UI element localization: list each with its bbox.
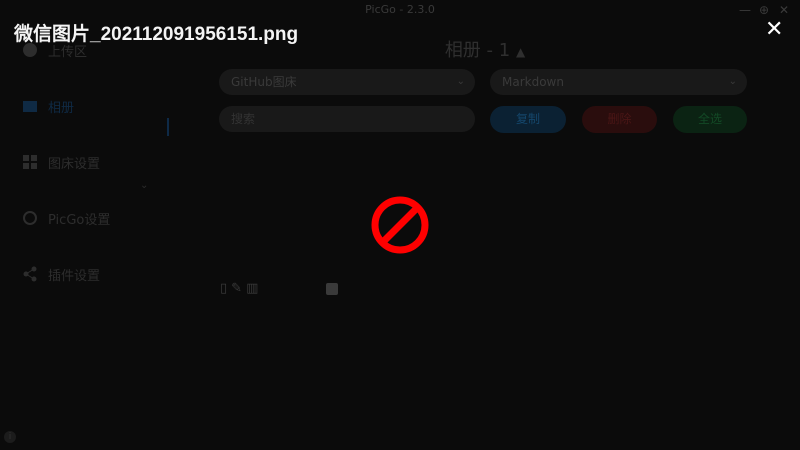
sidebar-item-bed-settings[interactable]: 图床设置 xyxy=(22,148,100,176)
bed-select-value: GitHub图床 xyxy=(231,75,297,89)
close-icon[interactable]: ✕ xyxy=(765,17,783,42)
sidebar-item-label: PicGo设置 xyxy=(48,212,111,228)
image-icon xyxy=(22,98,38,114)
search-placeholder: 搜索 xyxy=(231,112,256,126)
sidebar: 上传区 相册 图床设置 PicGo设置 插件设置 ⌄ xyxy=(0,22,170,450)
grid-icon xyxy=(22,154,38,170)
gallery-panel: 相册 - 1 ▲ GitHub图床 ⌄ Markdown ⌄ 搜索 复制 删除 … xyxy=(170,22,800,450)
active-indicator xyxy=(167,118,169,136)
caret-up-icon[interactable]: ▲ xyxy=(516,45,525,59)
format-select-value: Markdown xyxy=(502,75,564,89)
close-window-icon[interactable]: ✕ xyxy=(779,3,789,17)
search-input[interactable]: 搜索 xyxy=(219,106,475,132)
copy-button[interactable]: 复制 xyxy=(490,106,566,133)
info-icon[interactable]: i xyxy=(4,431,16,443)
share-icon xyxy=(22,266,38,282)
minimize-icon[interactable]: — xyxy=(739,3,751,17)
chevron-down-icon: ⌄ xyxy=(728,76,737,87)
pin-icon[interactable]: ⊕ xyxy=(759,3,769,17)
viewer-filename: 微信图片_20211209195615​1.png xyxy=(14,24,299,45)
sidebar-item-picgo-settings[interactable]: PicGo设置 xyxy=(22,204,110,232)
edit-icon[interactable]: ✎ xyxy=(231,281,242,296)
gallery-title: 相册 - 1 xyxy=(444,40,511,61)
chevron-down-icon: ⌄ xyxy=(456,76,465,87)
bed-select[interactable]: GitHub图床 ⌄ xyxy=(219,69,475,95)
sidebar-item-plugin-settings[interactable]: 插件设置 xyxy=(22,260,100,288)
sidebar-item-gallery[interactable]: 相册 xyxy=(22,92,74,120)
format-select[interactable]: Markdown ⌄ xyxy=(490,69,747,95)
window-title: PicGo - 2.3.0 xyxy=(365,3,435,16)
settings-icon xyxy=(22,210,38,226)
broken-image-icon xyxy=(371,196,429,254)
delete-button[interactable]: 删除 xyxy=(582,106,657,133)
sidebar-item-label: 相册 xyxy=(48,100,75,116)
trash-icon[interactable]: ▥ xyxy=(246,281,258,296)
select-all-button[interactable]: 全选 xyxy=(673,106,747,133)
image-card-tools: ▯ ✎ ▥ xyxy=(220,281,258,296)
image-select-checkbox[interactable] xyxy=(326,283,338,295)
copy-icon[interactable]: ▯ xyxy=(220,281,227,296)
sidebar-item-label: 图床设置 xyxy=(48,156,101,172)
sidebar-item-label: 插件设置 xyxy=(48,268,101,284)
chevron-down-icon: ⌄ xyxy=(140,180,149,191)
